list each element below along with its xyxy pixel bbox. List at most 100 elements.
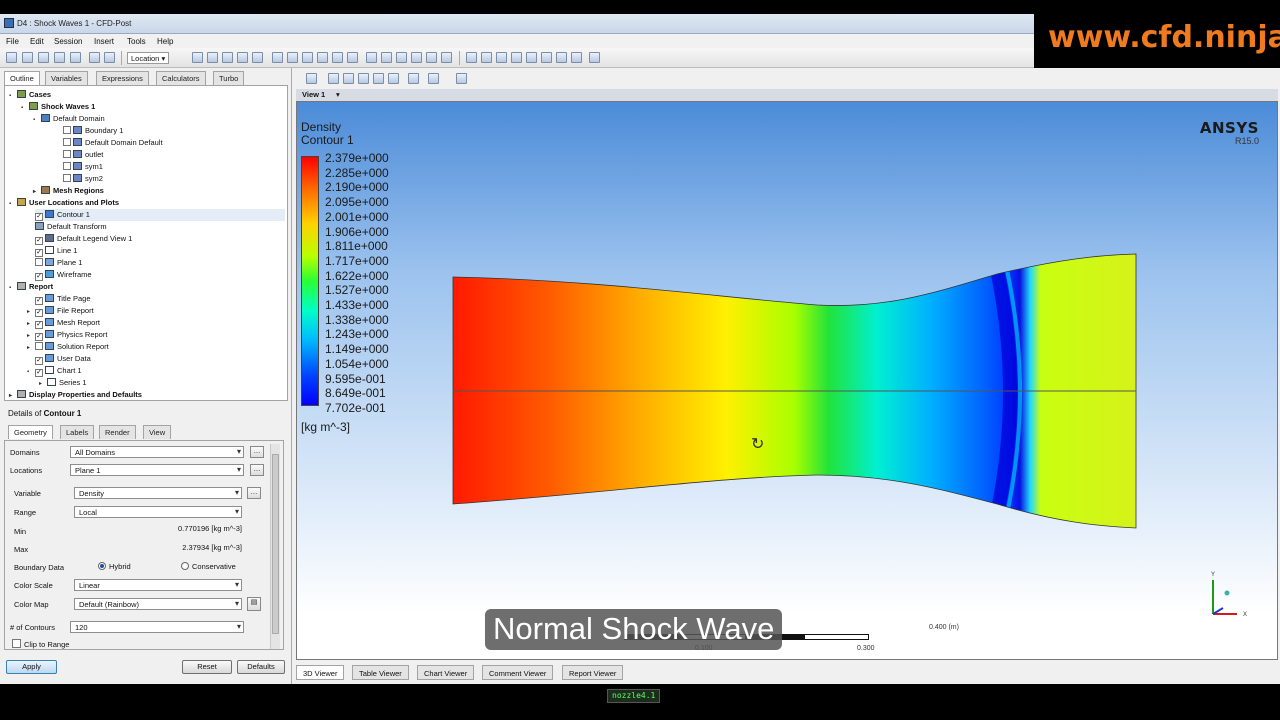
tree-item-transform[interactable]: Default Transform bbox=[35, 221, 107, 233]
hybrid-radio[interactable]: Hybrid bbox=[98, 562, 131, 571]
color-map-edit-icon[interactable]: ▤ bbox=[247, 597, 261, 611]
tab-chart-viewer[interactable]: Chart Viewer bbox=[417, 665, 475, 680]
tree-item-plane[interactable]: Plane 1 bbox=[35, 257, 82, 269]
tree-item-report-page[interactable]: ▸ ✓ Mesh Report bbox=[27, 317, 100, 329]
tree-item-series[interactable]: ▸ Series 1 bbox=[39, 377, 87, 389]
details-scrollbar[interactable] bbox=[270, 444, 280, 649]
function-calculator-icon[interactable] bbox=[541, 52, 552, 63]
figure-icon[interactable] bbox=[441, 52, 452, 63]
color-map-select[interactable]: Default (Rainbow) bbox=[74, 598, 242, 610]
undo-icon[interactable] bbox=[89, 52, 100, 63]
tree-item-boundary[interactable]: sym1 bbox=[63, 161, 103, 173]
menu-file[interactable]: File bbox=[6, 37, 19, 46]
tab-expressions[interactable]: Expressions bbox=[96, 71, 149, 85]
tab-turbo[interactable]: Turbo bbox=[213, 71, 245, 85]
visibility-checkbox[interactable] bbox=[63, 138, 71, 146]
new-icon[interactable] bbox=[6, 52, 17, 63]
tree-item-domain[interactable]: ▪ Default Domain bbox=[33, 113, 105, 125]
domains-select[interactable]: All Domains bbox=[70, 446, 244, 458]
clip-plane-icon[interactable] bbox=[332, 52, 343, 63]
conservative-radio[interactable]: Conservative bbox=[181, 562, 236, 571]
tree-item-line[interactable]: ✓ Line 1 bbox=[35, 245, 77, 257]
tab-report-viewer[interactable]: Report Viewer bbox=[562, 665, 624, 680]
vector-icon[interactable] bbox=[192, 52, 203, 63]
visibility-checkbox[interactable] bbox=[63, 162, 71, 170]
visibility-checkbox[interactable]: ✓ bbox=[35, 309, 43, 317]
quick-editor-icon[interactable] bbox=[511, 52, 522, 63]
visibility-checkbox[interactable]: ✓ bbox=[35, 297, 43, 305]
variable-select[interactable]: Density bbox=[74, 487, 242, 499]
tab-table-viewer[interactable]: Table Viewer bbox=[352, 665, 409, 680]
select-icon[interactable] bbox=[306, 73, 317, 84]
probe-tool-icon[interactable] bbox=[456, 73, 467, 84]
menu-help[interactable]: Help bbox=[157, 37, 173, 46]
instance-transform-icon[interactable] bbox=[317, 52, 328, 63]
tree-item-report-page[interactable]: ✓ Title Page bbox=[35, 293, 91, 305]
color-scale-select[interactable]: Linear bbox=[74, 579, 242, 591]
tree-item-contour[interactable]: ✓ Contour 1 bbox=[35, 209, 285, 221]
table-icon[interactable] bbox=[396, 52, 407, 63]
menu-tools[interactable]: Tools bbox=[127, 37, 146, 46]
range-select[interactable]: Local bbox=[74, 506, 242, 518]
menu-edit[interactable]: Edit bbox=[30, 37, 44, 46]
print-icon[interactable] bbox=[70, 52, 81, 63]
tree-item-report[interactable]: ▪ Report bbox=[9, 281, 53, 293]
macro-calculator-icon[interactable] bbox=[556, 52, 567, 63]
load-state-icon[interactable] bbox=[22, 52, 33, 63]
tree-item-cases[interactable]: ▪ Cases bbox=[9, 89, 51, 101]
tree-item-display-properties[interactable]: ▸ Display Properties and Defaults bbox=[9, 389, 142, 401]
tree-item-boundary[interactable]: sym2 bbox=[63, 173, 103, 185]
tab-comment-viewer[interactable]: Comment Viewer bbox=[482, 665, 554, 680]
visibility-checkbox[interactable] bbox=[35, 258, 43, 266]
3d-viewport[interactable]: Density Contour 1 2.379e+000 2.285e+000 2.… bbox=[296, 101, 1278, 660]
visibility-checkbox[interactable]: ✓ bbox=[35, 273, 43, 281]
tab-calculators[interactable]: Calculators bbox=[156, 71, 206, 85]
domains-ellipsis-button[interactable]: … bbox=[250, 446, 264, 458]
contours-spinbox[interactable]: 120 bbox=[70, 621, 244, 633]
menu-insert[interactable]: Insert bbox=[94, 37, 114, 46]
view-layout-icon[interactable] bbox=[428, 73, 439, 84]
visibility-checkbox[interactable]: ✓ bbox=[35, 249, 43, 257]
locations-select[interactable]: Plane 1 bbox=[70, 464, 244, 476]
tree-item-report-page[interactable]: ✓ User Data bbox=[35, 353, 91, 365]
zoom-box-icon[interactable] bbox=[373, 73, 384, 84]
tree-item-report-page[interactable]: ▸ ✓ Physics Report bbox=[27, 329, 107, 341]
mesh-calculator-icon[interactable] bbox=[571, 52, 582, 63]
tree-item-mesh-regions[interactable]: ▸ Mesh Regions bbox=[33, 185, 104, 197]
apply-button[interactable]: Apply bbox=[6, 660, 57, 674]
visibility-checkbox[interactable]: ✓ bbox=[35, 321, 43, 329]
menu-session[interactable]: Session bbox=[54, 37, 82, 46]
tab-geometry[interactable]: Geometry bbox=[8, 425, 53, 439]
pan-icon[interactable] bbox=[343, 73, 354, 84]
location-dropdown[interactable]: Location ▾ bbox=[127, 52, 170, 64]
variable-icon[interactable] bbox=[366, 52, 377, 63]
animation-icon[interactable] bbox=[481, 52, 492, 63]
defaults-button[interactable]: Defaults bbox=[237, 660, 285, 674]
particle-track-icon[interactable] bbox=[237, 52, 248, 63]
tree-item-boundary[interactable]: Boundary 1 bbox=[63, 125, 123, 137]
highlight-icon[interactable] bbox=[408, 73, 419, 84]
scrollbar-thumb[interactable] bbox=[272, 454, 279, 634]
tree-item-case[interactable]: ▪ Shock Waves 1 bbox=[21, 101, 95, 113]
tree-item-boundary[interactable]: Default Domain Default bbox=[63, 137, 163, 149]
tab-labels[interactable]: Labels bbox=[60, 425, 95, 439]
tree-item-legend[interactable]: ✓ Default Legend View 1 bbox=[35, 233, 132, 245]
variable-ellipsis-button[interactable]: … bbox=[247, 487, 261, 499]
screenshot-icon[interactable] bbox=[496, 52, 507, 63]
visibility-checkbox[interactable] bbox=[63, 174, 71, 182]
tree-item-report-page[interactable]: ▸ ✓ File Report bbox=[27, 305, 94, 317]
save-icon[interactable] bbox=[54, 52, 65, 63]
rotate-icon[interactable] bbox=[328, 73, 339, 84]
tree-item-wireframe[interactable]: ✓ Wireframe bbox=[35, 269, 92, 281]
color-map-icon[interactable] bbox=[347, 52, 358, 63]
reset-button[interactable]: Reset bbox=[182, 660, 232, 674]
visibility-checkbox[interactable]: ✓ bbox=[35, 333, 43, 341]
text-icon[interactable] bbox=[272, 52, 283, 63]
streamline-icon[interactable] bbox=[222, 52, 233, 63]
visibility-checkbox[interactable]: ✓ bbox=[35, 357, 43, 365]
redo-icon[interactable] bbox=[104, 52, 115, 63]
tree-item-chart[interactable]: ▪ ✓ Chart 1 bbox=[27, 365, 82, 377]
visibility-checkbox[interactable] bbox=[63, 150, 71, 158]
tab-variables[interactable]: Variables bbox=[45, 71, 88, 85]
save-state-icon[interactable] bbox=[38, 52, 49, 63]
